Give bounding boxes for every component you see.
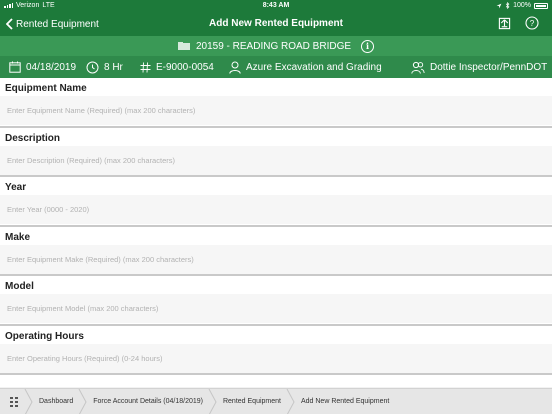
folder-icon [177, 42, 190, 50]
equipment-name-input[interactable] [0, 96, 552, 125]
project-label: 20159 - READING ROAD BRIDGE [195, 40, 352, 52]
breadcrumb-current: Add New Rented Equipment [286, 388, 394, 414]
info-hours: 8 Hr [86, 60, 123, 74]
battery-icon [534, 2, 548, 9]
field-year: Year [0, 177, 552, 227]
bluetooth-icon [505, 2, 510, 9]
hash-icon [140, 61, 151, 73]
field-label: Equipment Name [5, 83, 87, 94]
field-label: Operating Hours [5, 330, 84, 342]
year-input[interactable] [0, 195, 552, 224]
info-contractor-text: Azure Excavation and Grading [246, 61, 382, 73]
breadcrumb-force-account[interactable]: Force Account Details (04/18/2019) [78, 388, 208, 414]
description-input[interactable] [0, 145, 552, 175]
info-inspector: Dottie Inspector/PennDOT [411, 60, 547, 74]
chevron-right-icon [208, 388, 217, 414]
field-operating-hours: Operating Hours [0, 325, 552, 375]
svg-text:?: ? [530, 19, 535, 28]
breadcrumb-label: Force Account Details (04/18/2019) [93, 398, 203, 405]
location-icon [496, 3, 502, 8]
breadcrumb-label: Dashboard [39, 398, 74, 405]
equipment-form: Equipment Name Description Year Make Mod… [0, 78, 552, 387]
field-equipment-name: Equipment Name [0, 78, 552, 128]
info-date: 04/18/2019 [9, 60, 76, 74]
chevron-right-icon [24, 388, 33, 414]
nav-actions: ? [496, 15, 540, 31]
info-equipment-number-text: E-9000-0054 [156, 61, 214, 73]
calendar-icon [9, 61, 21, 73]
back-button[interactable]: Rented Equipment [6, 16, 99, 32]
info-hours-text: 8 Hr [104, 61, 123, 73]
field-description: Description [0, 127, 552, 177]
make-input[interactable] [0, 244, 552, 274]
project-info-button[interactable]: i [361, 39, 375, 53]
help-button[interactable]: ? [524, 15, 540, 31]
info-circle-icon: i [365, 41, 370, 51]
field-label: Make [5, 231, 31, 243]
back-button-label: Rented Equipment [16, 18, 99, 30]
breadcrumb-label: Add New Rented Equipment [300, 398, 390, 405]
status-time: 8:43 AM [262, 2, 290, 9]
chevron-right-icon [286, 388, 295, 414]
nav-bar: Rented Equipment Add New Rented Equipmen… [0, 12, 552, 36]
project-bar: 20159 - READING ROAD BRIDGE i [0, 36, 552, 56]
menu-grid-button[interactable] [4, 389, 24, 414]
breadcrumb-label: Rented Equipment [222, 398, 281, 405]
field-label: Year [5, 182, 27, 193]
clock-icon [86, 61, 99, 73]
home-button[interactable] [496, 15, 512, 31]
info-equipment-number: E-9000-0054 [140, 60, 214, 74]
breadcrumb: Dashboard Force Account Details (04/18/2… [0, 388, 552, 414]
info-date-text: 04/18/2019 [26, 61, 77, 73]
info-bar: 04/18/2019 8 Hr E-9000-0054 Azure Excava… [0, 56, 552, 78]
info-contractor: Azure Excavation and Grading [229, 60, 382, 74]
field-make: Make [0, 226, 552, 276]
operating-hours-input[interactable] [0, 343, 552, 373]
chevron-right-icon [78, 388, 87, 414]
status-bar: Verizon LTE 8:43 AM 100% [0, 0, 552, 12]
field-label: Model [5, 281, 34, 292]
battery-percent: 100% [513, 2, 531, 9]
person-icon [229, 61, 241, 74]
model-input[interactable] [0, 294, 552, 323]
question-circle-icon: ? [525, 16, 539, 30]
field-label: Description [5, 132, 61, 144]
info-inspector-text: Dottie Inspector/PennDOT [430, 61, 548, 73]
breadcrumb-rented-equipment[interactable]: Rented Equipment [208, 388, 286, 414]
home-upload-icon [498, 17, 510, 29]
status-right: 100% [496, 2, 548, 9]
field-model: Model [0, 276, 552, 326]
chevron-left-icon [6, 18, 13, 30]
breadcrumb-dashboard[interactable]: Dashboard [24, 388, 78, 414]
grid-icon [10, 396, 18, 407]
people-icon [411, 61, 425, 74]
